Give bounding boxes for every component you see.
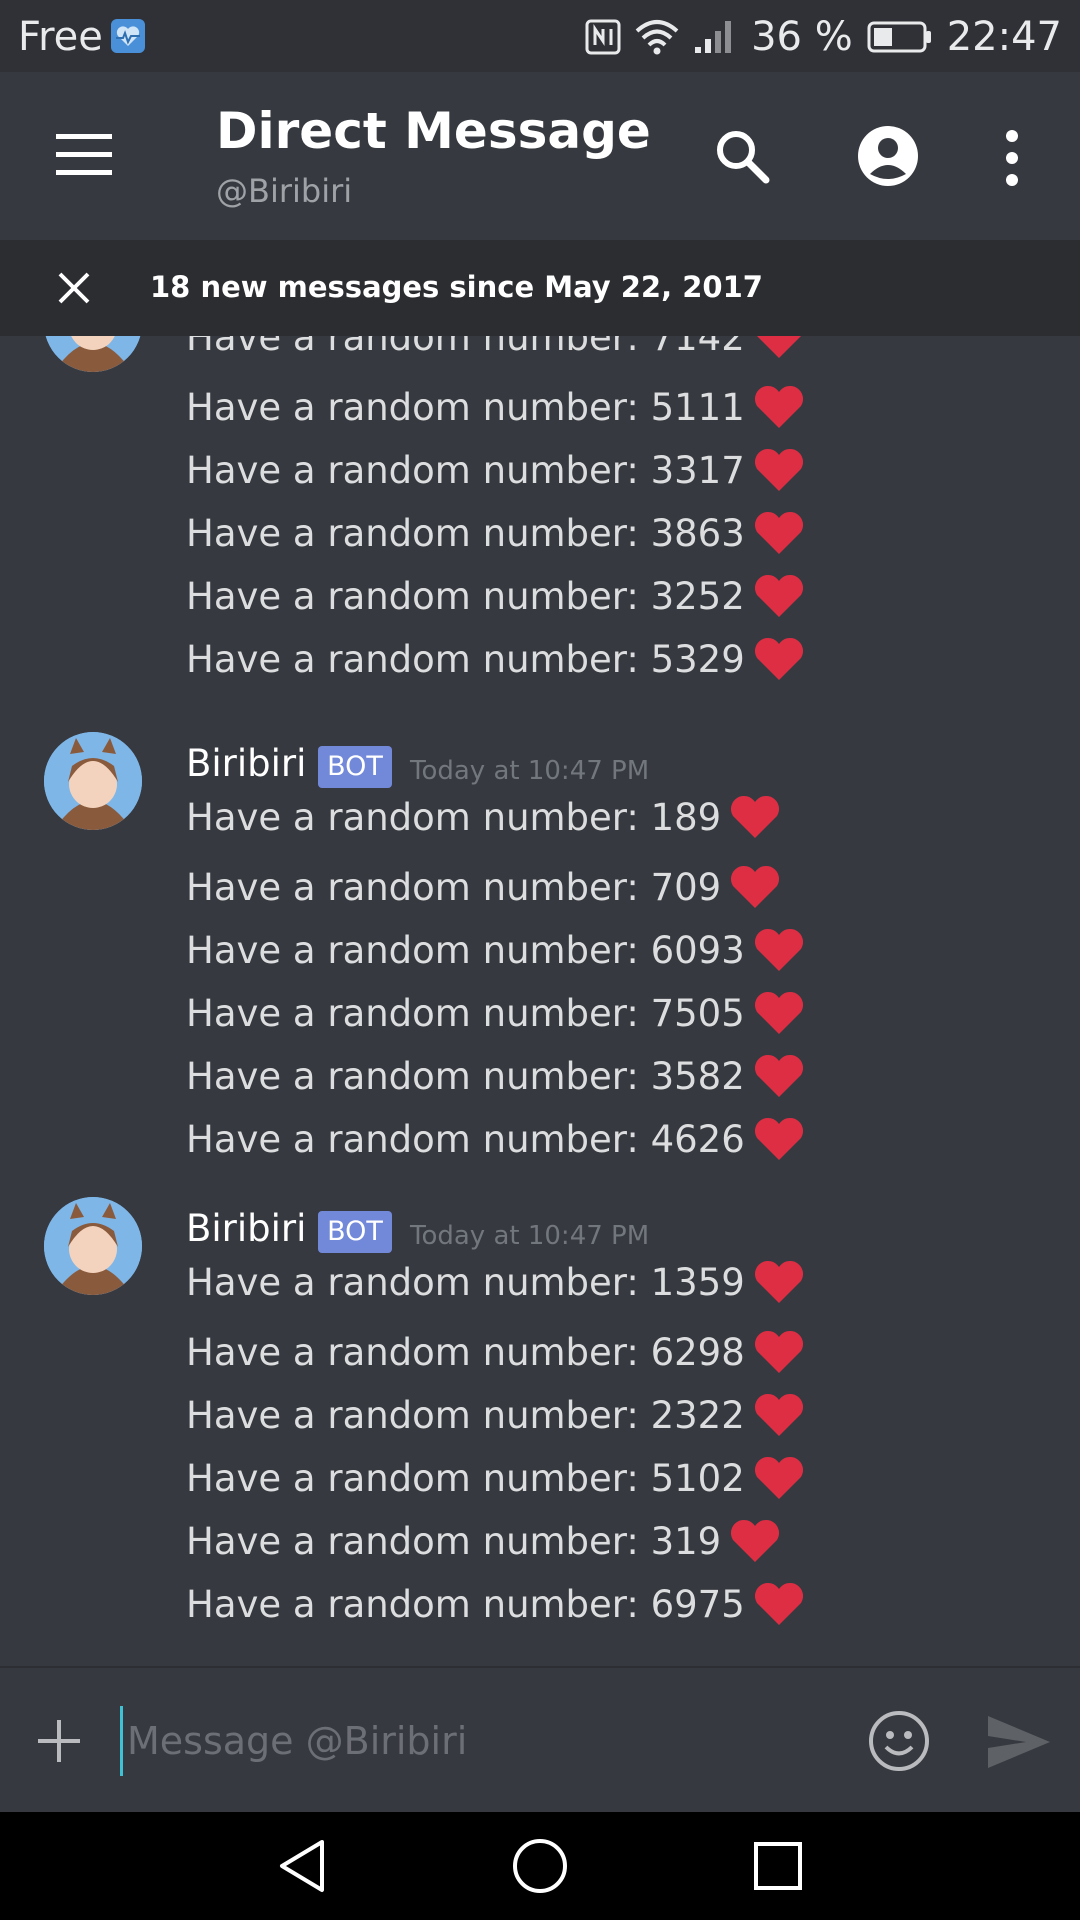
- message-list[interactable]: Have a random number: 7142 Have a random…: [0, 336, 1080, 1666]
- heart-icon: [754, 1117, 803, 1160]
- hamburger-menu-icon[interactable]: [54, 130, 114, 180]
- heart-icon: [754, 1330, 803, 1373]
- heart-icon: [754, 637, 803, 680]
- page-title: Direct Message: [216, 102, 651, 160]
- message-line[interactable]: Have a random number: 3863: [186, 510, 805, 556]
- message-line[interactable]: Have a random number: 7505: [186, 990, 805, 1036]
- avatar[interactable]: [44, 732, 142, 830]
- battery-percent: 36 %: [751, 14, 853, 60]
- heart-icon: [754, 574, 803, 617]
- avatar[interactable]: [44, 336, 142, 372]
- message-composer: [0, 1666, 1080, 1814]
- message-line[interactable]: Have a random number: 6298: [186, 1329, 805, 1375]
- recents-icon[interactable]: [752, 1840, 804, 1892]
- heart-icon: [754, 385, 803, 428]
- message-line[interactable]: Have a random number: 3582: [186, 1053, 805, 1099]
- message-line[interactable]: Have a random number: 6975: [186, 1581, 805, 1627]
- message-input[interactable]: [120, 1706, 829, 1776]
- close-icon[interactable]: [56, 270, 92, 306]
- message-line[interactable]: Have a random number: 319: [186, 1518, 781, 1564]
- message-line[interactable]: Have a random number: 1359: [186, 1259, 805, 1305]
- heart-icon: [756, 336, 801, 358]
- heart-icon: [754, 1054, 803, 1097]
- heart-icon: [754, 511, 803, 554]
- carrier-label: Free: [18, 14, 103, 60]
- message-line[interactable]: Have a random number: 189: [186, 794, 781, 840]
- author-name[interactable]: Biribiri: [186, 742, 306, 785]
- nfc-icon: [585, 19, 621, 55]
- back-icon[interactable]: [272, 1836, 332, 1896]
- heart-icon: [731, 865, 780, 908]
- heart-icon: [754, 928, 803, 971]
- system-nav-bar: [0, 1812, 1080, 1920]
- status-bar: Free 36 % 22:47: [0, 0, 1080, 72]
- new-messages-banner[interactable]: 18 new messages since May 22, 2017: [0, 240, 1080, 336]
- send-icon[interactable]: [986, 1712, 1052, 1772]
- message-timestamp: Today at 10:47 PM: [410, 756, 650, 786]
- app-bar: Direct Message @Biribiri: [0, 72, 1080, 240]
- heart-icon: [754, 1393, 803, 1436]
- author-name[interactable]: Biribiri: [186, 1207, 306, 1250]
- channel-subtitle: @Biribiri: [216, 172, 353, 210]
- heart-icon: [754, 1456, 803, 1499]
- message-line[interactable]: Have a random number: 4626: [186, 1116, 805, 1162]
- heart-icon: [731, 1519, 780, 1562]
- health-app-icon: [111, 19, 145, 53]
- wifi-icon: [635, 20, 679, 55]
- message-line[interactable]: Have a random number: 5102: [186, 1455, 805, 1501]
- battery-icon: [867, 21, 931, 53]
- search-icon[interactable]: [712, 126, 772, 186]
- message-line[interactable]: Have a random number: 5329: [186, 636, 805, 682]
- message-line[interactable]: Have a random number: 709: [186, 864, 781, 910]
- heart-icon: [731, 795, 780, 838]
- message-line[interactable]: Have a random number: 3252: [186, 573, 805, 619]
- message-line[interactable]: Have a random number: 3317: [186, 447, 805, 493]
- clock: 22:47: [946, 14, 1062, 60]
- heart-icon: [754, 448, 803, 491]
- signal-strength-icon: [695, 21, 732, 53]
- bot-badge: BOT: [318, 1211, 392, 1253]
- heart-icon: [754, 1260, 803, 1303]
- account-circle-icon[interactable]: [856, 124, 920, 188]
- emoji-icon[interactable]: [868, 1710, 930, 1772]
- message-line[interactable]: Have a random number: 5111: [186, 384, 805, 430]
- bot-badge: BOT: [318, 746, 392, 788]
- status-icons: 36 % 22:47: [585, 14, 1062, 60]
- message-timestamp: Today at 10:47 PM: [410, 1221, 650, 1251]
- new-messages-text: 18 new messages since May 22, 2017: [150, 270, 763, 304]
- heart-icon: [754, 991, 803, 1034]
- message-line[interactable]: Have a random number: 2322: [186, 1392, 805, 1438]
- message-line[interactable]: Have a random number: 6093: [186, 927, 805, 973]
- plus-icon[interactable]: [36, 1718, 82, 1764]
- message-line[interactable]: Have a random number: 7142: [186, 336, 805, 360]
- heart-icon: [754, 1582, 803, 1625]
- home-icon[interactable]: [510, 1836, 570, 1896]
- avatar[interactable]: [44, 1197, 142, 1295]
- more-vertical-icon[interactable]: [1000, 128, 1024, 188]
